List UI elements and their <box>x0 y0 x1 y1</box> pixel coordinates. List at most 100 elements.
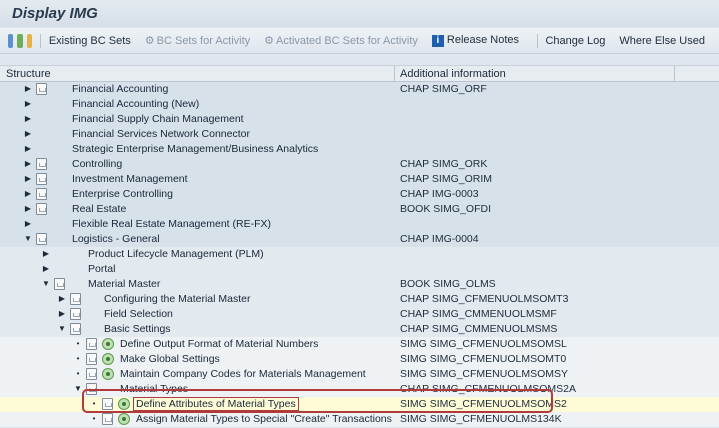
expand-arrow-icon[interactable]: ▶ <box>24 219 32 228</box>
tree-row[interactable]: ▶ Strategic Enterprise Management/Busines… <box>0 142 719 157</box>
documentation-icon[interactable] <box>36 83 47 95</box>
tree-row-label[interactable]: Material Master <box>88 278 160 290</box>
tree-row[interactable]: ▶ Financial Supply Chain Management <box>0 112 719 127</box>
documentation-icon[interactable] <box>86 353 97 365</box>
documentation-icon[interactable] <box>54 278 65 290</box>
expand-arrow-icon[interactable]: ▶ <box>24 159 32 168</box>
expand-arrow-icon[interactable]: ▶ <box>24 189 32 198</box>
expand-arrow-icon[interactable]: ▶ <box>24 84 32 93</box>
documentation-icon[interactable] <box>70 323 81 335</box>
tree-row-label[interactable]: Flexible Real Estate Management (RE-FX) <box>72 218 271 230</box>
release-notes-button[interactable]: i Release Notes <box>431 34 520 47</box>
tree-row-info: CHAP SIMG_ORF <box>400 83 487 95</box>
documentation-icon[interactable] <box>86 368 97 380</box>
tree-row[interactable]: ▶ Real Estate BOOK SIMG_OFDI <box>0 202 719 217</box>
tree-row-label[interactable]: Real Estate <box>72 203 126 215</box>
documentation-icon[interactable] <box>102 413 113 425</box>
collapse-arrow-icon[interactable]: ▼ <box>24 234 32 243</box>
documentation-icon[interactable] <box>36 188 47 200</box>
tree-row-label[interactable]: Product Lifecycle Management (PLM) <box>88 248 264 260</box>
tree-row[interactable]: ▼ Basic Settings CHAP SIMG_CMMENUOLMSMS <box>0 322 719 337</box>
tree-row-label[interactable]: Controlling <box>72 158 122 170</box>
folder-icon[interactable] <box>26 33 33 48</box>
tree-row[interactable]: ▶ Financial Services Network Connector <box>0 127 719 142</box>
expand-arrow-icon[interactable]: ▶ <box>24 129 32 138</box>
tree-row-label[interactable]: Financial Services Network Connector <box>72 128 250 140</box>
tree-row-label[interactable]: Portal <box>88 263 115 275</box>
tree-row[interactable]: ▶ Field Selection CHAP SIMG_CMMENUOLMSMF <box>0 307 719 322</box>
tree-row[interactable]: ▶ Flexible Real Estate Management (RE-FX) <box>0 217 719 232</box>
tree-row-structure: • Assign Material Types to Special "Creat… <box>0 412 394 427</box>
where-else-used-button[interactable]: Where Else Used <box>619 35 705 47</box>
tree-row-label[interactable]: Financial Supply Chain Management <box>72 113 244 125</box>
collapse-arrow-icon[interactable]: ▼ <box>74 384 82 393</box>
tree-row[interactable]: ▶ Controlling CHAP SIMG_ORK <box>0 157 719 172</box>
expand-arrow-icon[interactable]: ▶ <box>42 264 50 273</box>
documentation-icon[interactable] <box>36 233 47 245</box>
documentation-icon[interactable] <box>36 173 47 185</box>
tree-row[interactable]: • Maintain Company Codes for Materials Ma… <box>0 367 719 382</box>
expand-arrow-icon[interactable]: ▶ <box>58 309 66 318</box>
tree-row[interactable]: ▶ Financial Accounting CHAP SIMG_ORF <box>0 82 719 97</box>
expand-arrow-icon[interactable]: ▶ <box>24 174 32 183</box>
additional-info-column-header[interactable]: Additional information <box>400 68 506 80</box>
tree-row-label[interactable]: Configuring the Material Master <box>104 293 250 305</box>
tree-row-info: SIMG SIMG_CFMENUOLMS134K <box>400 413 562 425</box>
tree-row-info: CHAP IMG-0003 <box>400 188 479 200</box>
collapse-arrow-icon[interactable]: ▼ <box>42 279 50 288</box>
expand-arrow-icon[interactable]: ▶ <box>24 144 32 153</box>
filter-icon[interactable] <box>8 33 14 48</box>
tree-row-label[interactable]: Financial Accounting <box>72 83 168 95</box>
tree-row-structure: • Define Output Format of Material Number… <box>0 337 394 352</box>
tree-row[interactable]: ▶ Enterprise Controlling CHAP IMG-0003 <box>0 187 719 202</box>
activated-bc-sets-button[interactable]: ⚙ Activated BC Sets for Activity <box>264 34 418 47</box>
documentation-icon[interactable] <box>70 308 81 320</box>
tree-row-structure: ▼ Logistics - General <box>0 232 394 247</box>
tree-row[interactable]: ▶ Portal <box>0 262 719 277</box>
column-divider-2[interactable] <box>674 66 675 82</box>
tree-row-structure: ▶ Enterprise Controlling <box>0 187 394 202</box>
tree-row[interactable]: • Assign Material Types to Special "Creat… <box>0 412 719 427</box>
tree-row-label[interactable]: Investment Management <box>72 173 188 185</box>
expand-arrow-icon[interactable]: ▶ <box>24 99 32 108</box>
tree-row-label[interactable]: Basic Settings <box>104 323 171 335</box>
documentation-icon[interactable] <box>86 338 97 350</box>
existing-bc-sets-button[interactable]: Existing BC Sets <box>49 35 131 47</box>
change-log-button[interactable]: Change Log <box>545 35 605 47</box>
tree-row[interactable]: ▶ Financial Accounting (New) <box>0 97 719 112</box>
column-divider[interactable] <box>394 66 395 82</box>
tree-row-label[interactable]: Strategic Enterprise Management/Business… <box>72 143 318 155</box>
tree-row[interactable]: ▼ Material Master BOOK SIMG_OLMS <box>0 277 719 292</box>
tree-row-label[interactable]: Financial Accounting (New) <box>72 98 199 110</box>
execute-activity-icon[interactable] <box>102 338 114 350</box>
leaf-bullet-icon: • <box>92 414 96 423</box>
tree-row[interactable]: • Define Output Format of Material Number… <box>0 337 719 352</box>
structure-column-header[interactable]: Structure <box>6 68 51 80</box>
execute-activity-icon[interactable] <box>118 413 130 425</box>
tree-row-label[interactable]: Field Selection <box>104 308 173 320</box>
grid-icon[interactable] <box>17 33 23 48</box>
tree-row-label[interactable]: Assign Material Types to Special "Create… <box>136 413 392 425</box>
execute-activity-icon[interactable] <box>102 353 114 365</box>
documentation-icon[interactable] <box>36 158 47 170</box>
tree-row[interactable]: • Make Global Settings SIMG SIMG_CFMENUOLM… <box>0 352 719 367</box>
tree-row-label[interactable]: Make Global Settings <box>120 353 220 365</box>
bc-sets-for-activity-button[interactable]: ⚙ BC Sets for Activity <box>145 34 250 47</box>
tree-row[interactable]: ▶ Product Lifecycle Management (PLM) <box>0 247 719 262</box>
documentation-icon[interactable] <box>36 203 47 215</box>
tree-row-label[interactable]: Maintain Company Codes for Materials Man… <box>120 368 366 380</box>
expand-arrow-icon[interactable]: ▶ <box>24 204 32 213</box>
expand-arrow-icon[interactable]: ▶ <box>24 114 32 123</box>
expand-arrow-icon[interactable]: ▶ <box>42 249 50 258</box>
tree-row[interactable]: ▶ Investment Management CHAP SIMG_ORIM <box>0 172 719 187</box>
collapse-arrow-icon[interactable]: ▼ <box>58 324 66 333</box>
tree-row-label[interactable]: Enterprise Controlling <box>72 188 173 200</box>
documentation-icon[interactable] <box>70 293 81 305</box>
tree-row-label[interactable]: Define Output Format of Material Numbers <box>120 338 318 350</box>
release-notes-label: Release Notes <box>446 34 520 46</box>
tree-row[interactable]: ▼ Logistics - General CHAP IMG-0004 <box>0 232 719 247</box>
tree-row[interactable]: ▶ Configuring the Material Master CHAP SIM… <box>0 292 719 307</box>
tree-row-label[interactable]: Logistics - General <box>72 233 160 245</box>
execute-activity-icon[interactable] <box>102 368 114 380</box>
expand-arrow-icon[interactable]: ▶ <box>58 294 66 303</box>
